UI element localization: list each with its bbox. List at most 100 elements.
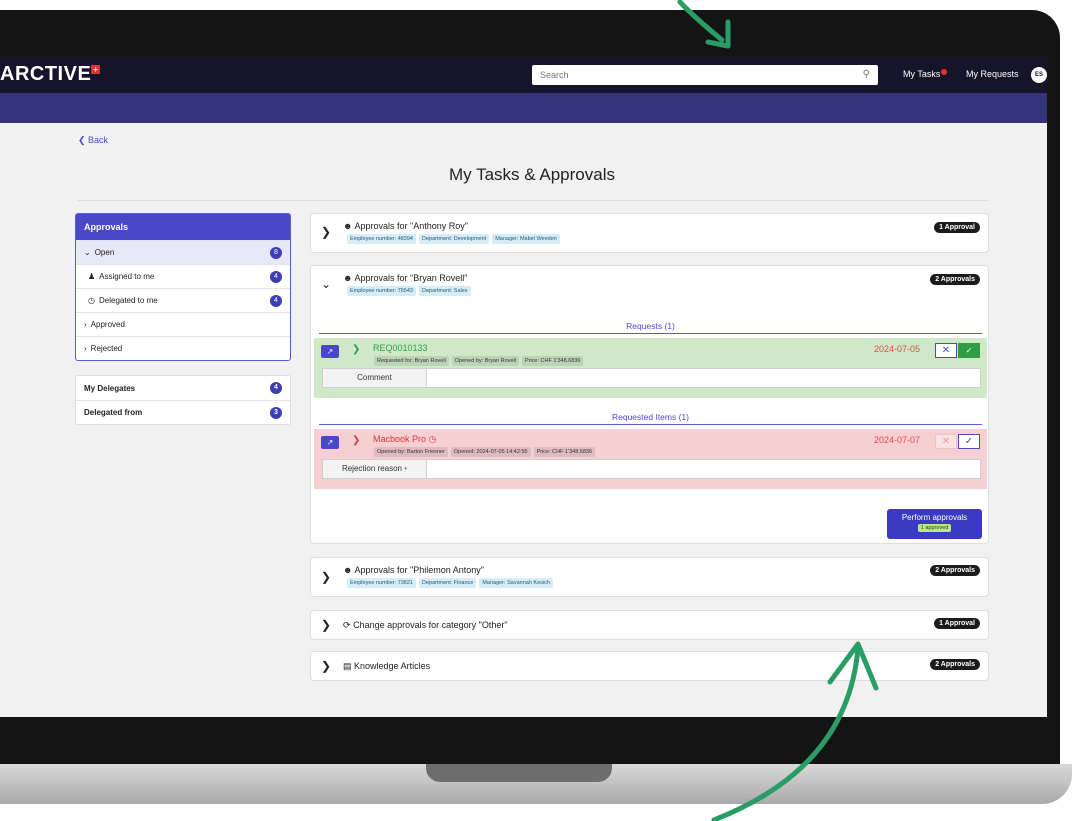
open-external-icon[interactable]: ↗	[321, 345, 339, 358]
approval-count-badge: 2 Approvals	[930, 659, 980, 670]
swiss-cross-icon: +	[91, 65, 101, 74]
rejection-reason-row: Rejection reason •	[322, 459, 981, 479]
request-id-link[interactable]: REQ0010133	[373, 343, 428, 353]
group-title-text: Approvals for "Philemon Antony"	[354, 565, 484, 575]
group-title: ⟳ Change approvals for category "Other"	[343, 620, 508, 631]
tag: Employee number: 48394	[347, 234, 416, 244]
refresh-icon: ⟳	[343, 620, 351, 630]
tag: Employee number: 76543	[347, 286, 416, 296]
group-title-text: Knowledge Articles	[354, 661, 431, 671]
sidebar-item-delegated-from[interactable]: Delegated from 3	[76, 400, 290, 424]
clock-icon: ◷	[428, 434, 437, 444]
group-tags: Employee number: 73821 Department: Finan…	[347, 578, 553, 588]
sidebar-item-label: Assigned to me	[99, 272, 155, 281]
approved-count-badge: 1 approved	[917, 524, 952, 532]
count-badge: 3	[270, 406, 282, 419]
chevron-right-icon[interactable]: ❯	[352, 344, 360, 355]
approvals-sidebar: Approvals ⌄ Open 8 ♟ Assigned to me 4 ◷ Del…	[75, 213, 291, 361]
logo-text: ARCTIVE	[0, 63, 92, 85]
group-title-text: Approvals for "Bryan Rovell"	[354, 273, 468, 283]
avatar[interactable]: ES	[1031, 67, 1047, 83]
comment-label: Comment	[323, 369, 427, 387]
page-title: My Tasks & Approvals	[449, 165, 615, 184]
approval-group-knowledge[interactable]: ❯ ▤ Knowledge Articles 2 Approvals	[310, 651, 989, 681]
my-requests-link[interactable]: My Requests	[966, 69, 1019, 79]
approval-group-bryan: ⌄ ☻ Approvals for "Bryan Rovell" Employe…	[310, 265, 989, 544]
reject-button[interactable]: ✕	[935, 434, 957, 449]
count-badge: 8	[270, 246, 282, 259]
requested-item-row: ↗ ❯ Macbook Pro ◷ Opened by: Barton Frie…	[314, 429, 987, 489]
notification-dot-icon	[941, 69, 948, 75]
my-tasks-link[interactable]: My Tasks	[903, 69, 948, 79]
request-row: ↗ ❯ REQ0010133 Requested for: Bryan Rove…	[314, 338, 987, 398]
sidebar-heading: Approvals	[76, 214, 290, 240]
chevron-right-icon: ›	[84, 320, 87, 329]
search-input[interactable]	[532, 65, 832, 85]
back-link[interactable]: ❮ Back	[78, 135, 108, 146]
rejection-reason-input[interactable]	[431, 462, 971, 476]
count-badge: 4	[270, 382, 282, 394]
sidebar-item-my-delegates[interactable]: My Delegates 4	[76, 376, 290, 400]
sidebar-item-label: Delegated to me	[98, 296, 158, 305]
sidebar-item-label: Open	[94, 248, 115, 257]
chevron-down-icon: ⌄	[84, 248, 91, 257]
sidebar-item-assigned[interactable]: ♟ Assigned to me 4	[76, 264, 290, 288]
tag: Employee number: 73821	[347, 578, 416, 588]
approval-group-philemon[interactable]: ❯ ☻ Approvals for "Philemon Antony" Empl…	[310, 557, 989, 597]
item-name-link[interactable]: Macbook Pro ◷	[373, 434, 436, 445]
item-tags: Opened by: Barton Friesner Opened: 2024-…	[374, 447, 596, 457]
sidebar-item-approved[interactable]: › Approved	[76, 312, 290, 336]
approve-button[interactable]: ✓	[958, 434, 980, 449]
approve-button[interactable]: ✓	[958, 343, 980, 358]
perform-label: Perform approvals	[901, 513, 968, 522]
back-label: Back	[88, 135, 109, 145]
sidebar-item-rejected[interactable]: › Rejected	[76, 336, 290, 360]
my-tasks-label: My Tasks	[903, 69, 941, 79]
count-badge: 4	[270, 294, 282, 307]
approval-count-badge: 2 Approvals	[930, 274, 980, 285]
tag: Manager: Mabel Weeden	[492, 234, 560, 244]
search-icon[interactable]: ⚲	[863, 69, 870, 80]
perform-approvals-button[interactable]: Perform approvals 1 approved	[887, 509, 982, 539]
tag: Price: CHF 1'348.6836	[521, 356, 584, 366]
chevron-right-icon[interactable]: ❯	[321, 659, 331, 673]
delegates-panel: My Delegates 4 Delegated from 3	[75, 375, 291, 425]
count-badge: 4	[270, 270, 282, 283]
tag: Opened by: Barton Friesner	[374, 447, 448, 457]
title-divider	[78, 200, 989, 201]
laptop-mockup: ARCTIVE+ ⚲ My Tasks My Requests ES ❮ Bac…	[0, 0, 1072, 821]
group-title: ☻ Approvals for "Bryan Rovell"	[343, 273, 468, 283]
tag: Requested for: Bryan Rovell	[374, 356, 449, 366]
sub-nav-bar	[0, 93, 1047, 123]
approval-count-badge: 1 Approval	[934, 222, 980, 233]
open-external-icon[interactable]: ↗	[321, 436, 339, 449]
tag: Department: Development	[418, 234, 490, 244]
app-screen: ARCTIVE+ ⚲ My Tasks My Requests ES ❮ Bac…	[0, 57, 1047, 717]
approval-group-anthony[interactable]: ❯ ☻ Approvals for "Anthony Roy" Employee…	[310, 213, 989, 253]
rejection-reason-label: Rejection reason •	[323, 460, 427, 478]
approval-count-badge: 2 Approvals	[930, 565, 980, 576]
sidebar-item-label: Approved	[90, 320, 125, 329]
chevron-right-icon[interactable]: ❯	[321, 618, 331, 632]
reject-button[interactable]: ✕	[935, 343, 957, 358]
item-name: Macbook Pro	[373, 434, 427, 444]
comment-input[interactable]	[431, 371, 971, 385]
chevron-right-icon[interactable]: ❯	[352, 435, 360, 446]
sidebar-item-open[interactable]: ⌄ Open 8	[76, 240, 290, 264]
approval-group-change[interactable]: ❯ ⟳ Change approvals for category "Other…	[310, 610, 989, 640]
chevron-right-icon[interactable]: ❯	[321, 570, 331, 584]
sidebar-item-label: Delegated from	[84, 408, 143, 417]
requested-items-section-title: Requested Items (1)	[611, 412, 689, 422]
book-icon: ▤	[343, 661, 352, 671]
tag: Department: Sales	[418, 286, 471, 296]
user-icon: ♟	[88, 272, 96, 281]
tag: Opened: 2024-07-05 14:42:55	[450, 447, 531, 457]
tag: Manager: Savannah Kesich	[479, 578, 553, 588]
tag: Price: CHF 1'348.6836	[533, 447, 596, 457]
chevron-right-icon[interactable]: ❯	[321, 225, 331, 239]
arctive-logo[interactable]: ARCTIVE +	[0, 63, 101, 86]
sidebar-item-delegated-to-me[interactable]: ◷ Delegated to me 4	[76, 288, 290, 312]
top-nav-bar: ARCTIVE+ ⚲ My Tasks My Requests ES	[0, 57, 1047, 93]
chevron-down-icon[interactable]: ⌄	[321, 277, 331, 291]
due-date: 2024-07-07	[874, 435, 921, 445]
